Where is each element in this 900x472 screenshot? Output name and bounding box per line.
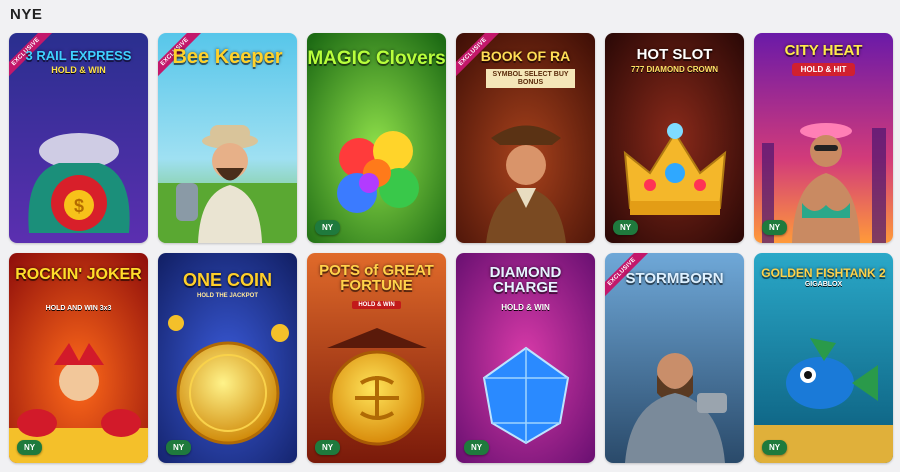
ny-badge: NY — [613, 220, 639, 235]
ny-badge: NY — [464, 440, 490, 455]
game-title: ROCKIN' JOKER — [15, 266, 142, 283]
ny-badge: NY — [315, 220, 341, 235]
game-tile-magic-clovers[interactable]: MAGIC Clovers NY — [307, 33, 446, 243]
game-tile-bee-keeper[interactable]: EXCLUSIVE Bee Keeper — [158, 33, 297, 243]
game-subtitle: HOLD & WIN — [501, 303, 550, 312]
game-title: POTS of GREAT FORTUNE — [319, 262, 434, 294]
game-tile-hot-slot[interactable]: HOT SLOT 777 DIAMOND CROWN NY — [605, 33, 744, 243]
game-title: MAGIC Clovers — [307, 48, 446, 69]
ny-badge: NY — [166, 440, 192, 455]
game-tile-golden-fishtank-2[interactable]: GOLDEN FISHTANK 2 GIGABLOX NY — [754, 253, 893, 463]
explorer-artwork — [456, 33, 595, 243]
game-title: 3 RAIL EXPRESS — [25, 48, 132, 63]
game-title: Bee Keeper — [172, 46, 283, 68]
game-title: HOT SLOT — [636, 46, 713, 63]
ny-badge: NY — [762, 440, 788, 455]
game-subtitle: HOLD & WIN — [51, 65, 106, 75]
game-title: DIAMOND CHARGE — [489, 264, 562, 296]
game-title: CITY HEAT — [784, 42, 863, 59]
ny-badge: NY — [17, 440, 43, 455]
game-tile-book-of-ra[interactable]: EXCLUSIVE BOOK OF RA SYMBOL SELECT BUY B… — [456, 33, 595, 243]
game-subtitle: HOLD AND WIN 3x3 — [45, 305, 112, 312]
game-title: ONE COIN — [182, 270, 272, 290]
game-tile-stormborn[interactable]: EXCLUSIVE STORMBORN — [605, 253, 744, 463]
game-subtitle: GIGABLOX — [804, 281, 843, 288]
game-subtitle: HOLD & WIN — [352, 301, 401, 309]
game-title: GOLDEN FISHTANK 2 — [761, 266, 886, 280]
section-title: NYE — [10, 6, 43, 23]
game-tile-3-rail-express[interactable]: $ EXCLUSIVE 3 RAIL EXPRESS HOLD & WIN — [9, 33, 148, 243]
game-tile-one-coin[interactable]: ONE COIN HOLD THE JACKPOT NY — [158, 253, 297, 463]
game-subtitle: SYMBOL SELECT BUY BONUS — [486, 69, 575, 89]
ny-badge: NY — [762, 220, 788, 235]
game-tile-diamond-charge[interactable]: DIAMOND CHARGE HOLD & WIN NY — [456, 253, 595, 463]
svg-text:$: $ — [74, 196, 84, 216]
game-tile-rockin-joker[interactable]: ROCKIN' JOKER HOLD AND WIN 3x3 NY — [9, 253, 148, 463]
game-tile-city-heat[interactable]: CITY HEAT HOLD & HIT NY — [754, 33, 893, 243]
joker-artwork — [9, 253, 148, 463]
game-subtitle: HOLD & HIT — [792, 63, 855, 76]
game-subtitle: 777 DIAMOND CROWN — [630, 65, 719, 74]
game-title: STORMBORN — [625, 270, 724, 287]
ny-badge: NY — [315, 440, 341, 455]
games-grid: $ EXCLUSIVE 3 RAIL EXPRESS HOLD & WIN EX… — [9, 33, 893, 463]
game-title: BOOK OF RA — [480, 48, 571, 64]
game-tile-pots-of-great-fortune[interactable]: POTS of GREAT FORTUNE HOLD & WIN NY — [307, 253, 446, 463]
game-subtitle: HOLD THE JACKPOT — [196, 293, 258, 299]
